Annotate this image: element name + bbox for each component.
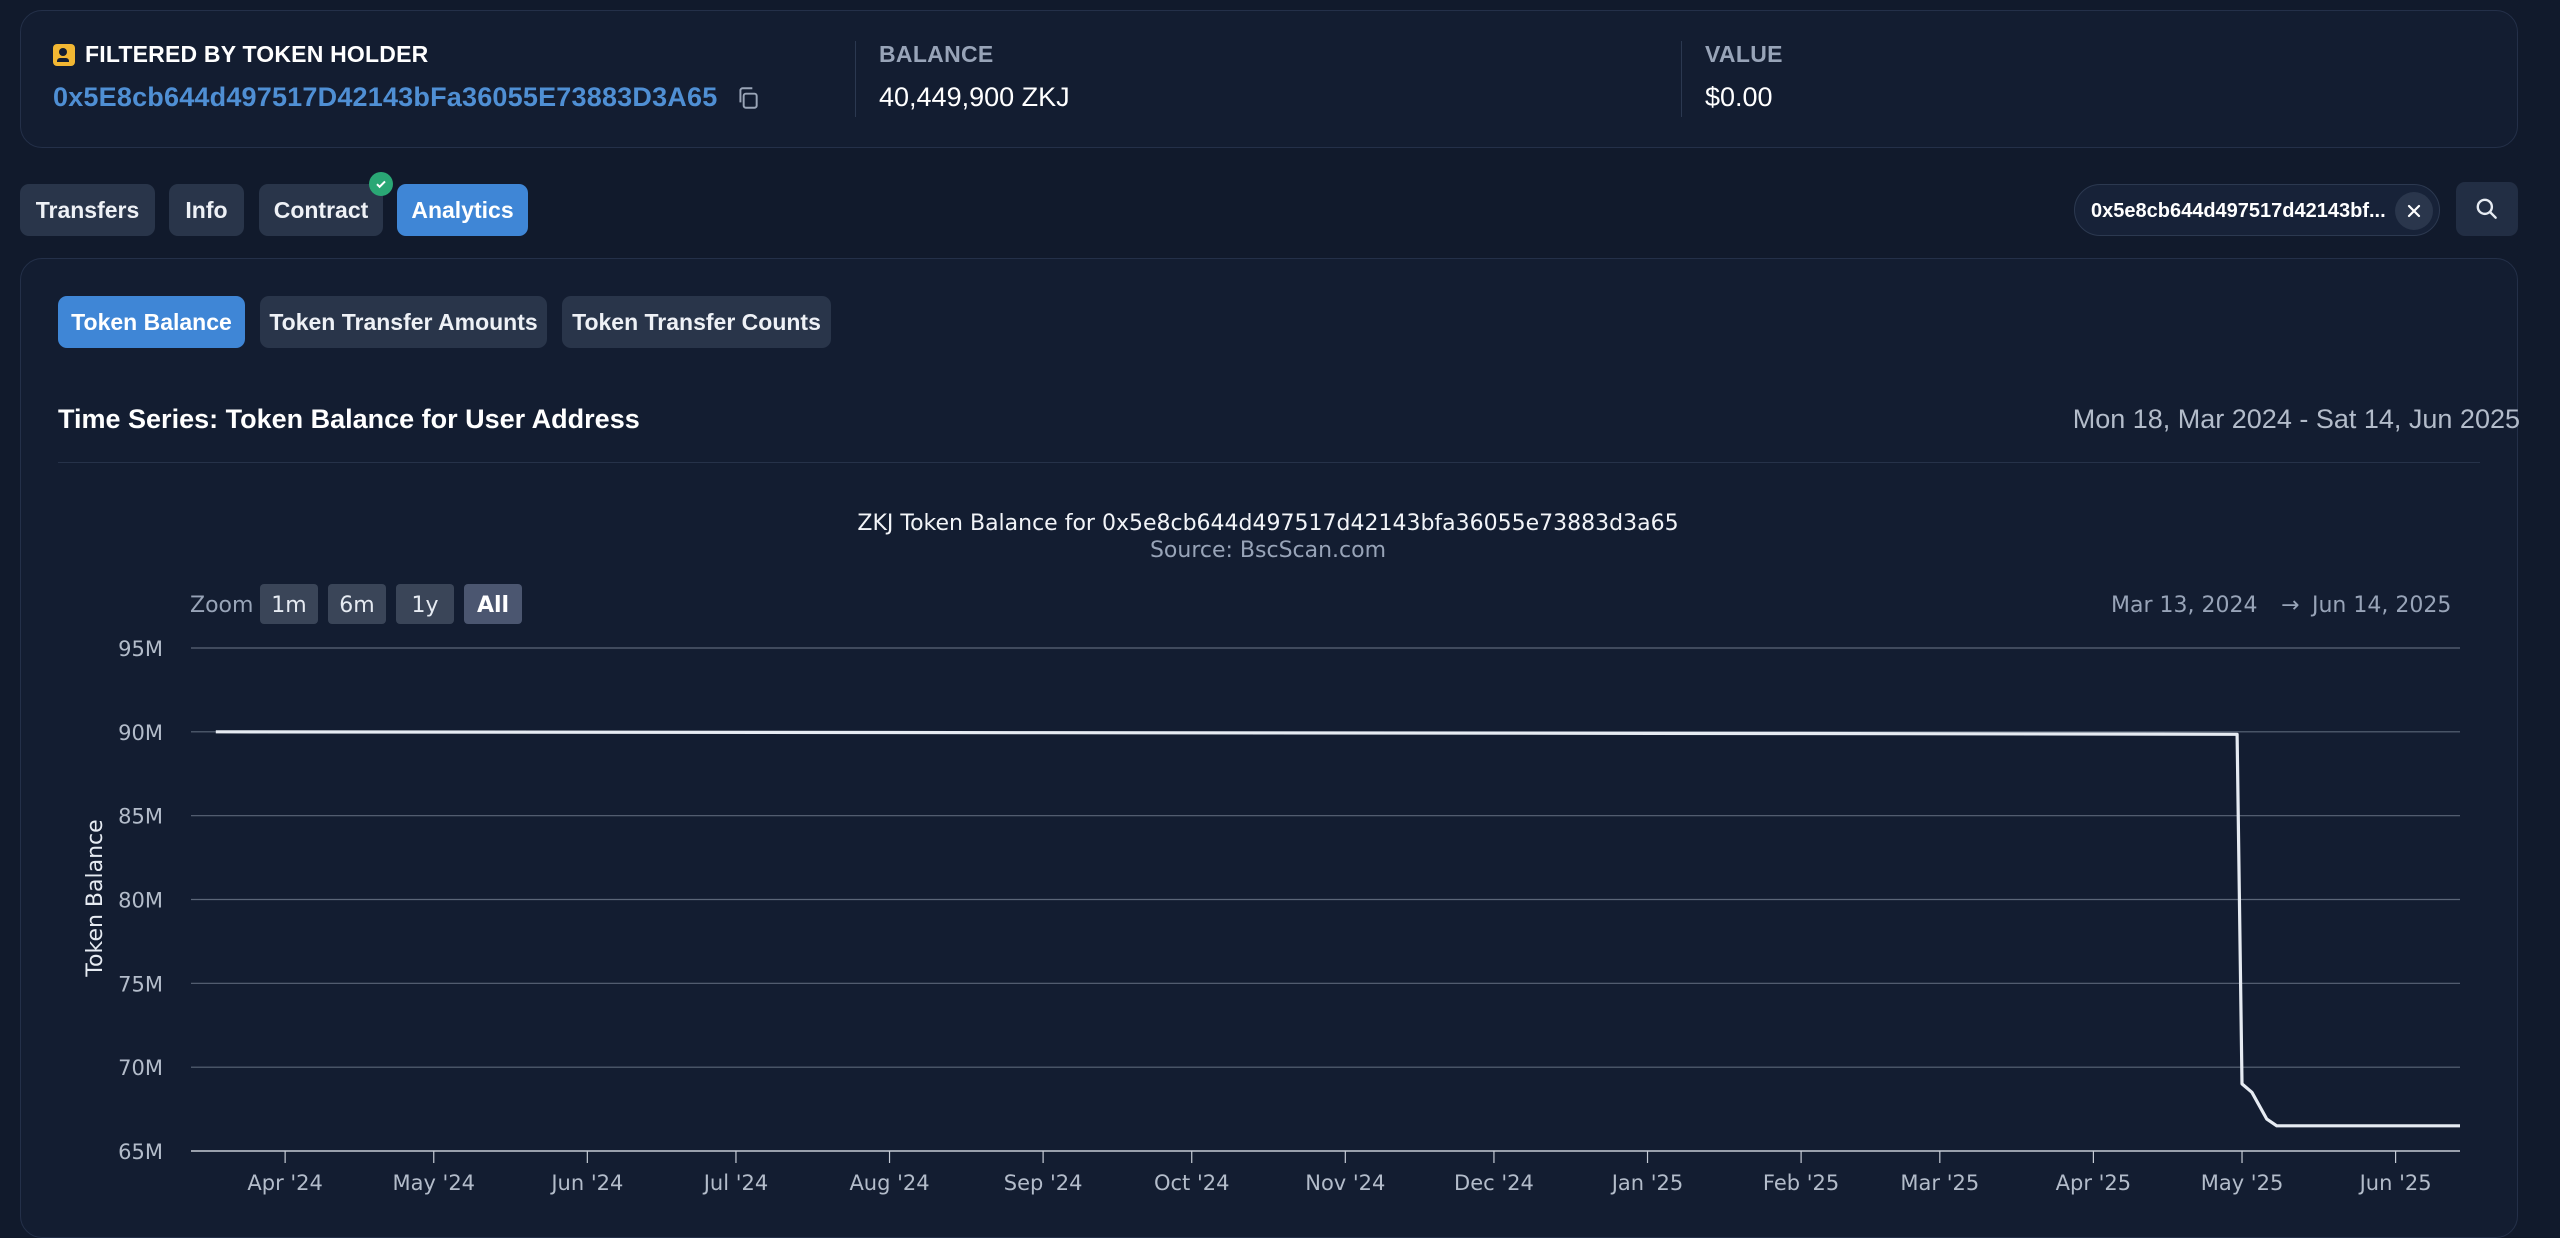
range-to[interactable]: Jun 14, 2025 (2310, 593, 2451, 618)
x-tick-label: Aug '24 (849, 1171, 929, 1195)
chart-subtitle: Source: BscScan.com (1150, 538, 1386, 563)
x-tick-label: Apr '24 (247, 1171, 323, 1195)
x-tick-label: Jul '24 (702, 1171, 769, 1195)
x-tick-label: May '25 (2201, 1171, 2284, 1195)
zoom-label: Zoom (190, 593, 253, 618)
balance-chart: ZKJ Token Balance for 0x5e8cb644d497517d… (83, 511, 2460, 1195)
y-ticks: 65M 70M 75M 80M 85M 90M 95M (118, 637, 163, 1164)
x-ticks: Apr '24 May '24 Jun '24 Jul '24 Aug '24 Sep '… (247, 1151, 2432, 1195)
x-tick-label: Jan '25 (1610, 1171, 1684, 1195)
zoom-1y-button[interactable]: 1y (396, 584, 454, 624)
x-tick-label: Nov '24 (1305, 1171, 1385, 1195)
y-tick-label: 70M (118, 1056, 163, 1080)
zoom-all-label: All (477, 593, 509, 618)
x-tick-label: Sep '24 (1004, 1171, 1083, 1195)
x-tick-label: Mar '25 (1900, 1171, 1979, 1195)
x-tick-label: Jun '25 (2358, 1171, 2432, 1195)
grid (191, 647, 2460, 1152)
x-tick-label: Feb '25 (1763, 1171, 1839, 1195)
zoom-6m-label: 6m (339, 593, 374, 618)
x-tick-label: Oct '24 (1154, 1171, 1229, 1195)
zoom-1m-label: 1m (271, 593, 306, 618)
zoom-1y-label: 1y (411, 593, 438, 618)
x-tick-label: Apr '25 (2056, 1171, 2132, 1195)
x-tick-label: Dec '24 (1454, 1171, 1534, 1195)
zoom-all-button[interactable]: All (464, 584, 522, 624)
y-tick-label: 75M (118, 972, 163, 996)
zoom-1m-button[interactable]: 1m (260, 584, 318, 624)
y-tick-label: 90M (118, 721, 163, 745)
y-axis-label: Token Balance (83, 819, 108, 977)
y-tick-label: 85M (118, 805, 163, 829)
y-tick-label: 65M (118, 1140, 163, 1164)
x-tick-label: Jun '24 (549, 1171, 623, 1195)
range-arrow: → (2281, 593, 2299, 618)
x-tick-label: May '24 (392, 1171, 475, 1195)
zoom-6m-button[interactable]: 6m (328, 584, 386, 624)
y-tick-label: 80M (118, 889, 163, 913)
y-tick-label: 95M (118, 637, 163, 661)
chart-title: ZKJ Token Balance for 0x5e8cb644d497517d… (857, 511, 1678, 536)
range-from[interactable]: Mar 13, 2024 (2111, 593, 2257, 618)
